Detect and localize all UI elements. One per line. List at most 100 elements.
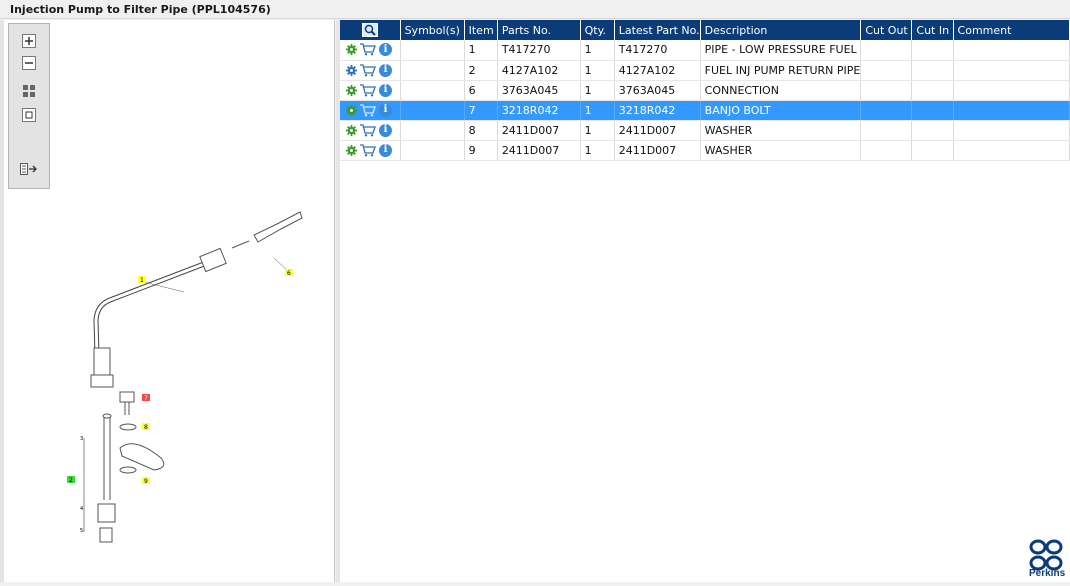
- fit-all-icon[interactable]: [19, 82, 39, 100]
- callout-5[interactable]: 5: [80, 528, 83, 534]
- parts-table: Symbol(s) Item Parts No. Qty. Latest Par…: [340, 20, 1070, 161]
- info-icon[interactable]: i: [379, 103, 392, 117]
- parts-grid: Symbol(s) Item Parts No. Qty. Latest Par…: [340, 20, 1070, 582]
- zoom-toolbar: [8, 23, 50, 189]
- cart-icon[interactable]: [360, 83, 376, 97]
- cut-in-cell: [911, 100, 954, 121]
- table-row[interactable]: i 7 3218R042 1 3218R042 BANJO BOLT: [340, 100, 1070, 121]
- item-cell: 7: [464, 100, 498, 121]
- exploded-diagram[interactable]: 1 6 7 8 9 2 3 4 5: [4, 20, 335, 582]
- column-header-qty[interactable]: Qty.: [580, 20, 615, 40]
- table-row[interactable]: i 2 4127A102 1 4127A102 FUEL INJ PUMP RETURN …: [340, 60, 1070, 81]
- callout-7[interactable]: 7: [144, 395, 148, 402]
- cut-in-cell: [911, 140, 954, 161]
- column-header-cut-out[interactable]: Cut Out: [860, 20, 913, 40]
- gear-icon[interactable]: [346, 84, 357, 96]
- search-list-icon[interactable]: [361, 23, 378, 37]
- comment-cell: [953, 40, 1070, 61]
- latest-part-no-cell: 3218R042: [614, 100, 701, 121]
- comment-cell: [953, 80, 1070, 101]
- info-icon[interactable]: i: [379, 143, 392, 157]
- table-row[interactable]: i 1 T417270 1 T417270 PIPE - LOW PRESSURE FUE…: [340, 40, 1070, 61]
- column-header-cut-in[interactable]: Cut In: [911, 20, 954, 40]
- cut-in-cell: [911, 60, 954, 81]
- qty-cell: 1: [580, 140, 615, 161]
- cart-icon[interactable]: [360, 123, 376, 137]
- callout-6[interactable]: 6: [287, 270, 291, 277]
- gear-icon[interactable]: [346, 64, 357, 76]
- symbols-cell: [400, 100, 465, 121]
- zoom-in-icon[interactable]: [19, 32, 39, 50]
- item-cell: 9: [464, 140, 498, 161]
- column-header-description[interactable]: Description: [700, 20, 862, 40]
- table-row[interactable]: i 8 2411D007 1 2411D007 WASHER: [340, 120, 1070, 141]
- callout-9[interactable]: 9: [144, 478, 148, 485]
- table-row[interactable]: i 6 3763A045 1 3763A045 CONNECTION: [340, 80, 1070, 101]
- gear-icon[interactable]: [346, 104, 357, 116]
- part-no-cell: 4127A102: [497, 60, 581, 81]
- callout-2[interactable]: 2: [69, 477, 73, 484]
- part-no-cell: 3763A045: [497, 80, 581, 101]
- cut-in-cell: [911, 80, 954, 101]
- part-no-cell: 3218R042: [497, 100, 581, 121]
- table-row[interactable]: i 9 2411D007 1 2411D007 WASHER: [340, 140, 1070, 161]
- column-header-symbols[interactable]: Symbol(s): [400, 20, 465, 40]
- row-actions-cell: i: [340, 40, 401, 61]
- description-cell: WASHER: [700, 140, 862, 161]
- column-header-parts-no[interactable]: Parts No.: [497, 20, 581, 40]
- row-actions-cell: i: [340, 120, 401, 141]
- latest-part-no-cell: 2411D007: [614, 120, 701, 141]
- callout-3[interactable]: 3: [80, 436, 83, 442]
- info-icon[interactable]: i: [379, 43, 392, 57]
- cart-icon[interactable]: [360, 103, 376, 117]
- description-cell: WASHER: [700, 120, 862, 141]
- cart-icon[interactable]: [360, 63, 376, 77]
- info-icon[interactable]: i: [379, 123, 392, 137]
- column-header-comment[interactable]: Comment: [953, 20, 1070, 40]
- item-cell: 1: [464, 40, 498, 61]
- callout-8[interactable]: 8: [144, 424, 148, 431]
- cart-icon[interactable]: [360, 43, 376, 56]
- cut-out-cell: [860, 120, 913, 141]
- cart-icon[interactable]: [360, 143, 376, 157]
- gear-icon[interactable]: [346, 44, 357, 56]
- description-cell: CONNECTION: [700, 80, 862, 101]
- zoom-out-icon[interactable]: [19, 54, 39, 72]
- column-header-search[interactable]: [340, 20, 401, 40]
- symbols-cell: [400, 60, 465, 81]
- latest-part-no-cell: 3763A045: [614, 80, 701, 101]
- window-titlebar: Injection Pump to Filter Pipe (PPL104576…: [0, 0, 1070, 19]
- gear-icon[interactable]: [346, 144, 357, 156]
- symbols-cell: [400, 40, 465, 61]
- diagram-panel[interactable]: 1 6 7 8 9 2 3 4 5: [4, 20, 335, 582]
- comment-cell: [953, 60, 1070, 81]
- callout-1[interactable]: 1: [140, 277, 144, 284]
- row-actions-cell: i: [340, 100, 401, 121]
- row-actions-cell: i: [340, 80, 401, 101]
- qty-cell: 1: [580, 120, 615, 141]
- symbols-cell: [400, 80, 465, 101]
- info-icon[interactable]: i: [379, 63, 392, 77]
- info-icon[interactable]: i: [379, 83, 392, 97]
- column-header-latest-part-no[interactable]: Latest Part No.: [614, 20, 701, 40]
- fit-window-icon[interactable]: [19, 106, 39, 124]
- cut-out-cell: [860, 80, 913, 101]
- cut-in-cell: [911, 40, 954, 61]
- export-icon[interactable]: [19, 160, 39, 178]
- cut-out-cell: [860, 60, 913, 81]
- column-header-item[interactable]: Item: [464, 20, 498, 40]
- part-no-cell: 2411D007: [497, 120, 581, 141]
- cut-in-cell: [911, 120, 954, 141]
- comment-cell: [953, 140, 1070, 161]
- callout-4[interactable]: 4: [80, 506, 83, 512]
- part-no-cell: 2411D007: [497, 140, 581, 161]
- latest-part-no-cell: T417270: [614, 40, 701, 61]
- comment-cell: [953, 100, 1070, 121]
- qty-cell: 1: [580, 40, 615, 61]
- cut-out-cell: [860, 100, 913, 121]
- gear-icon[interactable]: [346, 124, 357, 136]
- symbols-cell: [400, 120, 465, 141]
- perkins-brand-text: Perkins: [1029, 568, 1066, 579]
- item-cell: 2: [464, 60, 498, 81]
- symbols-cell: [400, 140, 465, 161]
